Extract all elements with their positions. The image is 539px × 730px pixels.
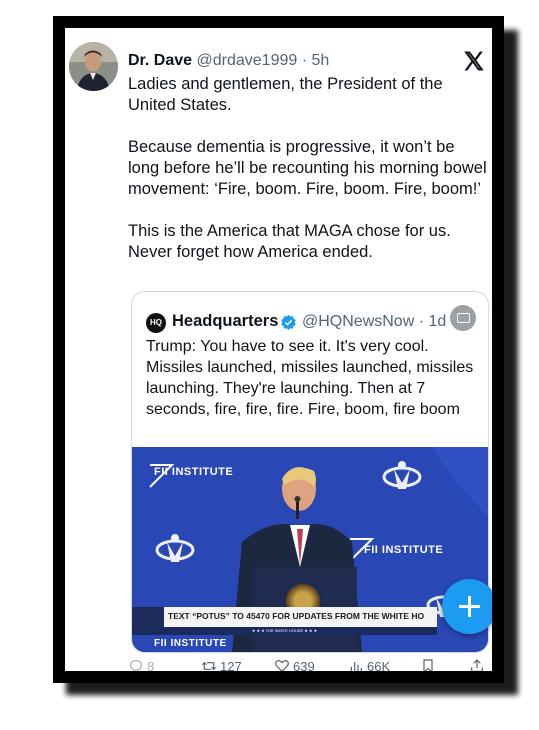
tweet-header: Dr. Dave @drdave1999 · 5h	[128, 52, 329, 70]
like-button[interactable]: 639	[274, 658, 315, 671]
institute-label: FII INSTITUTE	[154, 466, 234, 478]
quote-author-avatar[interactable]: HQ	[146, 313, 166, 333]
institute-label: FII INSTITUTE	[364, 544, 444, 556]
tweet-paragraph-2: Because dementia is progressive, it won’…	[128, 138, 487, 198]
institute-label: FII INSTITUTE	[154, 638, 227, 649]
tweet-time[interactable]: 5h	[311, 52, 329, 69]
compose-plus-icon[interactable]	[442, 579, 492, 634]
views-icon	[350, 662, 362, 671]
news-chyron: TEXT “POTUS” TO 45470 FOR UPDATES FROM T…	[132, 607, 437, 627]
retweet-count: 127	[220, 658, 242, 672]
quoted-tweet[interactable]: HQ Headquarters @HQNewsNow · 1d Trump: Y…	[131, 291, 489, 653]
tweet-paragraph-3: This is the America that MAGA chose for …	[128, 222, 451, 261]
quote-video[interactable]: FII INSTITUTE FII INSTITUTE TEXT “POTUS”…	[132, 447, 488, 652]
author-handle[interactable]: @drdave1999	[197, 52, 298, 69]
tweet-screen: Dr. Dave @drdave1999 · 5h Ladies and gen…	[65, 28, 492, 671]
tweet-paragraph-1: Ladies and gentlemen, the President of t…	[128, 75, 443, 114]
chyron-subtitle: ★ ★ ★ THE WHITE HOUSE ★ ★ ★	[132, 627, 437, 635]
author-name[interactable]: Dr. Dave	[128, 52, 192, 69]
bookmark-button[interactable]	[420, 658, 436, 671]
x-logo-icon	[464, 51, 484, 71]
reply-button[interactable]: 8	[128, 658, 154, 671]
quote-author-handle[interactable]: @HQNewsNow	[302, 313, 414, 330]
quote-body: Trump: You have to see it. It's very coo…	[146, 338, 474, 418]
quote-handle-row: @HQNewsNow · 1d	[302, 313, 446, 331]
reply-count: 8	[147, 658, 155, 672]
verified-badge-icon	[281, 314, 296, 331]
captions-icon[interactable]	[450, 305, 476, 331]
phone-frame: Dr. Dave @drdave1999 · 5h Ladies and gen…	[53, 16, 504, 683]
chyron-logo-icon	[132, 607, 164, 627]
action-bar: 8 127 639 66K	[65, 658, 492, 671]
quote-separator: ·	[414, 313, 429, 330]
quote-time[interactable]: 1d	[428, 313, 446, 330]
like-icon	[275, 659, 289, 671]
author-avatar[interactable]	[69, 42, 118, 91]
quote-author-name[interactable]: Headquarters	[172, 312, 278, 331]
reply-icon	[130, 660, 142, 671]
share-icon	[471, 659, 483, 671]
views-button[interactable]: 66K	[348, 658, 390, 671]
retweet-button[interactable]: 127	[201, 658, 242, 671]
retweet-icon	[201, 661, 217, 671]
chyron-text: TEXT “POTUS” TO 45470 FOR UPDATES FROM T…	[168, 611, 425, 621]
like-count: 639	[293, 658, 315, 672]
views-count: 66K	[367, 658, 391, 672]
header-separator: ·	[297, 52, 312, 69]
share-button[interactable]	[469, 658, 485, 671]
tweet-body: Ladies and gentlemen, the President of t…	[128, 74, 488, 284]
bookmark-icon	[423, 659, 433, 671]
